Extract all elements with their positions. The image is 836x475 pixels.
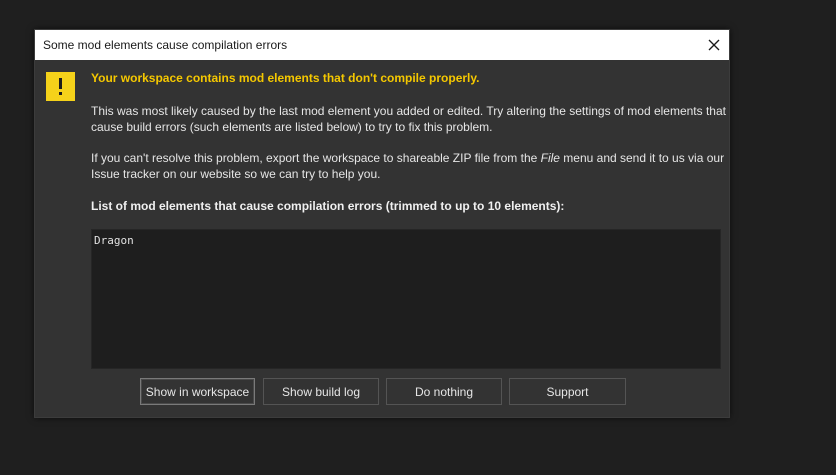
show-in-workspace-button[interactable]: Show in workspace: [140, 378, 255, 405]
help-text-part1: If you can't resolve this problem, expor…: [91, 151, 541, 165]
support-button[interactable]: Support: [509, 378, 626, 405]
error-elements-list[interactable]: Dragon: [91, 229, 721, 369]
explanation-text: This was most likely caused by the last …: [91, 104, 726, 134]
do-nothing-button[interactable]: Do nothing: [386, 378, 502, 405]
dialog-title: Some mod elements cause compilation erro…: [43, 38, 288, 52]
list-title: List of mod elements that cause compilat…: [91, 199, 565, 213]
error-headline: Your workspace contains mod elements tha…: [91, 71, 480, 85]
help-text: If you can't resolve this problem, expor…: [91, 150, 731, 182]
compilation-errors-dialog: Some mod elements cause compilation erro…: [34, 29, 730, 418]
dialog-titlebar: Some mod elements cause compilation erro…: [35, 30, 729, 60]
list-item[interactable]: Dragon: [94, 234, 718, 248]
close-button[interactable]: [699, 30, 729, 60]
file-menu-reference: File: [540, 151, 560, 165]
show-build-log-button[interactable]: Show build log: [263, 378, 379, 405]
warning-icon: [46, 72, 75, 101]
close-icon: [708, 39, 720, 51]
